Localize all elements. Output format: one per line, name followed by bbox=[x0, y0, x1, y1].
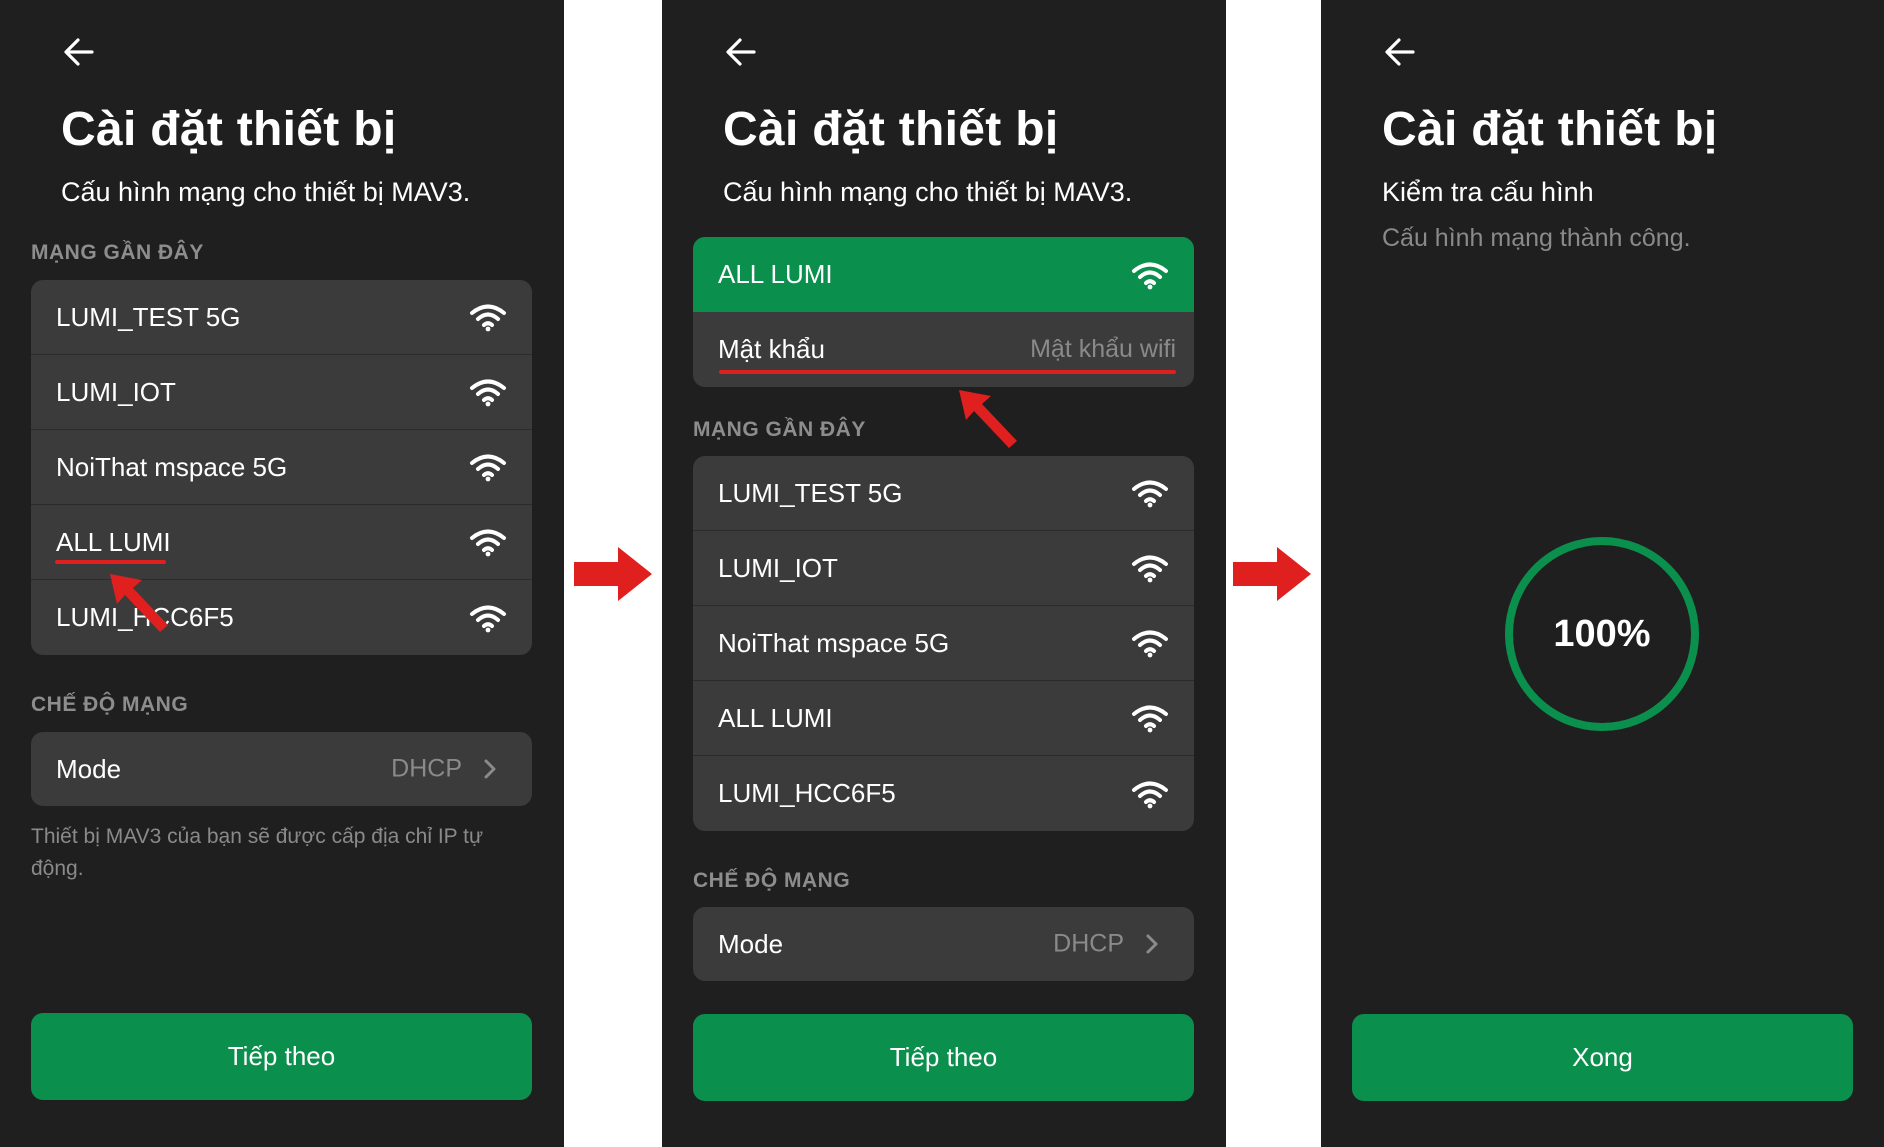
wifi-icon bbox=[469, 452, 507, 482]
wifi-icon bbox=[1131, 628, 1169, 658]
password-row: Mật khẩu bbox=[693, 312, 1194, 387]
done-button[interactable]: Xong bbox=[1352, 1014, 1853, 1101]
network-item-lumi-iot[interactable]: LUMI_IOT bbox=[693, 531, 1194, 606]
screen-network-select: Cài đặt thiết bị Cấu hình mạng cho thiết… bbox=[0, 0, 564, 1147]
recent-networks-label: MẠNG GẦN ĐÂY bbox=[693, 418, 866, 441]
network-item-all-lumi[interactable]: ALL LUMI bbox=[693, 681, 1194, 756]
selected-network-name: ALL LUMI bbox=[718, 259, 833, 289]
recent-networks-list: LUMI_TEST 5G LUMI_IOT NoiThat mspace 5G … bbox=[693, 456, 1194, 831]
wifi-icon bbox=[1131, 260, 1169, 290]
network-item-lumi-iot[interactable]: LUMI_IOT bbox=[31, 355, 532, 430]
page-subtitle: Cấu hình mạng cho thiết bị MAV3. bbox=[723, 177, 1133, 207]
arrow-left-icon bbox=[1383, 35, 1417, 69]
network-name: NoiThat mspace 5G bbox=[56, 451, 288, 482]
network-name: LUMI_TEST 5G bbox=[718, 477, 903, 508]
network-item-lumi-test-5g[interactable]: LUMI_TEST 5G bbox=[693, 456, 1194, 531]
chevron-right-icon bbox=[482, 758, 498, 780]
network-item-noithat-mspace-5g[interactable]: NoiThat mspace 5G bbox=[693, 606, 1194, 681]
network-name: ALL LUMI bbox=[56, 526, 171, 557]
network-name: LUMI_IOT bbox=[56, 376, 176, 407]
back-button[interactable] bbox=[719, 30, 763, 74]
mode-label: Mode bbox=[56, 753, 122, 784]
status-text: Cấu hình mạng thành công. bbox=[1382, 224, 1691, 252]
arrow-left-icon bbox=[724, 35, 758, 69]
red-arrow-right-icon bbox=[574, 547, 652, 601]
red-pointer-arrow-icon bbox=[959, 390, 1017, 448]
mode-selector[interactable]: Mode DHCP bbox=[693, 907, 1194, 981]
back-button[interactable] bbox=[57, 30, 101, 74]
page-subtitle: Cấu hình mạng cho thiết bị MAV3. bbox=[61, 177, 471, 207]
recent-networks-label: MẠNG GẦN ĐÂY bbox=[31, 241, 204, 264]
screen-password-entry: Cài đặt thiết bị Cấu hình mạng cho thiết… bbox=[662, 0, 1226, 1147]
network-mode-label: CHẾ ĐỘ MẠNG bbox=[31, 693, 189, 716]
next-button[interactable]: Tiếp theo bbox=[693, 1014, 1194, 1101]
network-item-noithat-mspace-5g[interactable]: NoiThat mspace 5G bbox=[31, 430, 532, 505]
red-arrow-right-icon bbox=[1233, 547, 1311, 601]
progress-percent: 100% bbox=[1553, 612, 1651, 655]
wifi-icon bbox=[469, 377, 507, 407]
next-button[interactable]: Tiếp theo bbox=[31, 1013, 532, 1100]
selected-network-row[interactable]: ALL LUMI bbox=[693, 237, 1194, 312]
network-name: ALL LUMI bbox=[718, 702, 833, 733]
password-field[interactable] bbox=[936, 332, 1176, 366]
wifi-icon bbox=[1131, 478, 1169, 508]
network-name: LUMI_HCC6F5 bbox=[718, 778, 896, 808]
arrow-left-icon bbox=[62, 35, 96, 69]
wifi-icon bbox=[1131, 553, 1169, 583]
network-mode-label: CHẾ ĐỘ MẠNG bbox=[693, 869, 851, 892]
password-label: Mật khẩu bbox=[718, 334, 825, 364]
network-name: NoiThat mspace 5G bbox=[718, 627, 950, 658]
mode-value: DHCP bbox=[391, 754, 462, 783]
wifi-icon bbox=[1131, 703, 1169, 733]
mode-selector[interactable]: Mode DHCP bbox=[31, 732, 532, 806]
network-name: LUMI_IOT bbox=[718, 552, 838, 583]
mode-label: Mode bbox=[718, 928, 784, 959]
red-pointer-arrow-icon bbox=[110, 574, 168, 632]
wifi-icon bbox=[469, 527, 507, 557]
screen-config-check: Cài đặt thiết bị Kiểm tra cấu hình Cấu h… bbox=[1321, 0, 1884, 1147]
dhcp-helper-text: Thiết bị MAV3 của bạn sẽ được cấp địa ch… bbox=[31, 825, 484, 880]
mode-value: DHCP bbox=[1053, 929, 1124, 958]
page-title: Cài đặt thiết bị bbox=[1382, 103, 1718, 156]
network-item-all-lumi[interactable]: ALL LUMI bbox=[31, 505, 532, 580]
page-title: Cài đặt thiết bị bbox=[61, 103, 397, 156]
selected-network-card: ALL LUMI Mật khẩu bbox=[693, 237, 1194, 387]
chevron-right-icon bbox=[1144, 933, 1160, 955]
network-name: LUMI_TEST 5G bbox=[56, 301, 241, 332]
wifi-icon bbox=[469, 302, 507, 332]
back-button[interactable] bbox=[1378, 30, 1422, 74]
page-subtitle: Kiểm tra cấu hình bbox=[1382, 177, 1594, 207]
wifi-icon bbox=[469, 603, 507, 633]
network-item-lumi-test-5g[interactable]: LUMI_TEST 5G bbox=[31, 280, 532, 355]
highlight-underline bbox=[719, 370, 1176, 374]
highlight-underline bbox=[55, 560, 166, 564]
wifi-icon bbox=[1131, 779, 1169, 809]
network-item-lumi-hcc6f5[interactable]: LUMI_HCC6F5 bbox=[693, 756, 1194, 831]
page-title: Cài đặt thiết bị bbox=[723, 103, 1059, 156]
